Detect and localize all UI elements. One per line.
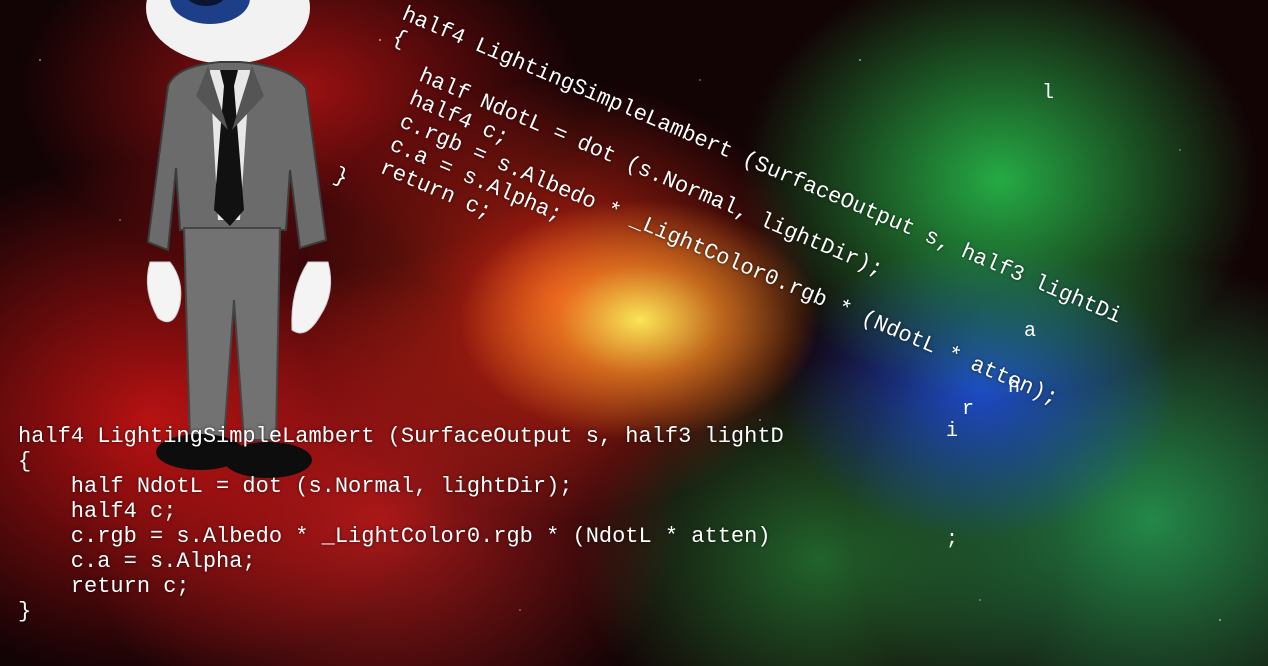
nebula-background: half4 LightingSimpleLambert (SurfaceOutp… [0, 0, 1268, 666]
code-line: c.a = s.Alpha; [18, 549, 256, 574]
stray-char: r [962, 398, 975, 421]
stray-char: h [1008, 376, 1021, 399]
code-line: half4 c; [18, 499, 177, 524]
eyeball-head [146, 0, 310, 64]
stray-char: i [946, 420, 959, 443]
stray-char: a [1024, 320, 1037, 343]
trousers [182, 227, 282, 441]
code-line: c.rgb = s.Albedo * _LightColor0.rgb * (N… [18, 524, 771, 549]
right-glove [291, 261, 332, 334]
code-line: { [18, 449, 32, 474]
left-glove [146, 261, 182, 323]
stray-char: ; [946, 528, 959, 551]
code-line: half NdotL = dot (s.Normal, lightDir); [18, 474, 573, 499]
code-line: return c; [18, 574, 190, 599]
code-line: half4 LightingSimpleLambert (SurfaceOutp… [18, 424, 784, 449]
cartoon-eyeball-man [146, 0, 332, 478]
shader-code-block: half4 LightingSimpleLambert (SurfaceOutp… [18, 424, 784, 624]
stray-char: l [1042, 82, 1055, 105]
code-line: } [18, 599, 32, 624]
